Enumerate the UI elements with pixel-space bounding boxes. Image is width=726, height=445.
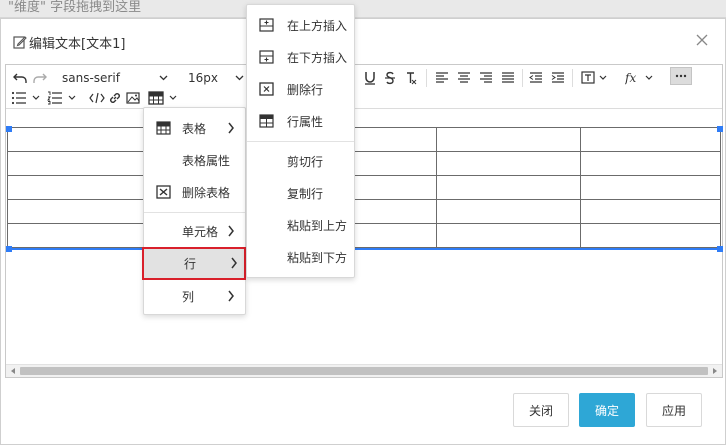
bullet-list-icon[interactable] <box>10 88 44 108</box>
formula-icon[interactable]: fx <box>624 68 656 88</box>
menu-item-label: 行属性 <box>287 114 324 129</box>
menu-item-label: 在下方插入 <box>287 50 348 65</box>
menu-divider <box>144 212 245 213</box>
toolbar-divider <box>572 69 573 87</box>
menu-item-label: 在上方插入 <box>287 18 348 33</box>
align-center-icon[interactable] <box>456 68 472 88</box>
resize-handle[interactable] <box>717 126 723 132</box>
strikethrough-icon[interactable] <box>383 68 397 88</box>
table-context-menu: 表格 表格属性 删除表格 单元格 行 列 <box>142 107 246 315</box>
chevron-right-icon <box>228 225 234 237</box>
menu-item-label: 表格 <box>182 121 207 136</box>
menu-item-label: 粘贴到下方 <box>287 250 348 265</box>
horizontal-scrollbar[interactable] <box>6 364 722 377</box>
menu-item-label: 删除行 <box>287 82 324 97</box>
menu-item-cut-row[interactable]: 剪切行 <box>247 145 354 177</box>
menu-item-delete-table[interactable]: 删除表格 <box>144 176 245 208</box>
menu-item-table-properties[interactable]: 表格属性 <box>144 144 245 176</box>
menu-item-table[interactable]: 表格 <box>144 112 245 144</box>
font-family-select[interactable]: sans-serif <box>62 68 170 88</box>
table-row[interactable] <box>7 151 721 176</box>
outdent-icon[interactable] <box>528 68 544 88</box>
menu-item-label: 列 <box>182 289 195 304</box>
editor-toolbar: sans-serif 16px fx <box>6 65 722 109</box>
underline-icon[interactable] <box>363 68 377 88</box>
delete-row-icon <box>259 82 274 96</box>
table-row[interactable] <box>7 199 721 224</box>
menu-item-insert-row-above[interactable]: 在上方插入 <box>247 9 354 41</box>
toolbar-divider <box>426 69 427 87</box>
redo-icon[interactable] <box>30 68 50 88</box>
selection-outline <box>9 248 720 250</box>
menu-item-paste-below[interactable]: 粘贴到下方 <box>247 241 354 273</box>
menu-item-label: 表格属性 <box>182 153 231 168</box>
edit-text-dialog: 编辑文本[文本1] sans-serif 16px fx 关闭 确定 应用 <box>0 18 726 445</box>
menu-item-label: 剪切行 <box>287 154 324 169</box>
scroll-right-icon[interactable] <box>711 367 719 375</box>
delete-table-icon <box>156 185 171 199</box>
clear-format-icon[interactable] <box>404 68 418 88</box>
chevron-down-icon <box>159 75 168 81</box>
insert-box-icon[interactable] <box>580 68 610 88</box>
close-button[interactable]: 关闭 <box>513 393 569 427</box>
row-properties-icon <box>259 114 274 128</box>
resize-handle[interactable] <box>6 126 12 132</box>
table-icon[interactable] <box>147 88 181 108</box>
editor-content[interactable] <box>6 109 723 364</box>
scroll-left-icon[interactable] <box>9 367 17 375</box>
indent-icon[interactable] <box>550 68 566 88</box>
menu-item-row[interactable]: 行 <box>142 247 246 280</box>
row-submenu: 在上方插入 在下方插入 删除行 行属性 剪切行 复制行 粘贴到上方 粘贴到下方 <box>246 4 355 278</box>
menu-item-label: 单元格 <box>182 224 219 239</box>
toolbar-divider <box>522 69 523 87</box>
edit-icon <box>13 36 27 49</box>
menu-item-column[interactable]: 列 <box>144 280 245 312</box>
image-icon[interactable] <box>125 88 141 108</box>
apply-button[interactable]: 应用 <box>646 393 702 427</box>
table-row[interactable] <box>7 175 721 200</box>
more-icon[interactable] <box>670 67 692 85</box>
menu-item-row-properties[interactable]: 行属性 <box>247 105 354 137</box>
chevron-right-icon <box>228 122 234 134</box>
menu-item-paste-above[interactable]: 粘贴到上方 <box>247 209 354 241</box>
menu-item-delete-row[interactable]: 删除行 <box>247 73 354 105</box>
font-family-value: sans-serif <box>62 71 120 85</box>
drop-hint-text: "维度" 字段拖拽到这里 <box>8 0 142 15</box>
dialog-title: 编辑文本[文本1] <box>29 37 126 52</box>
menu-item-insert-row-below[interactable]: 在下方插入 <box>247 41 354 73</box>
menu-item-label: 删除表格 <box>182 185 231 200</box>
menu-item-cell[interactable]: 单元格 <box>144 215 245 247</box>
menu-item-label: 粘贴到上方 <box>287 218 348 233</box>
align-right-icon[interactable] <box>478 68 494 88</box>
table-row[interactable] <box>7 223 721 248</box>
source-code-icon[interactable] <box>89 88 105 108</box>
chevron-down-icon <box>235 75 244 81</box>
menu-item-label: 行 <box>184 257 197 271</box>
svg-text:fx: fx <box>625 71 636 85</box>
scrollbar-thumb[interactable] <box>20 367 708 375</box>
background-drop-area: "维度" 字段拖拽到这里 <box>0 0 726 18</box>
chevron-right-icon <box>228 290 234 302</box>
insert-row-above-icon <box>259 18 274 32</box>
numbered-list-icon[interactable] <box>46 88 80 108</box>
menu-item-label: 复制行 <box>287 186 324 201</box>
dialog-title-bar: 编辑文本[文本1] <box>1 19 725 63</box>
confirm-button[interactable]: 确定 <box>579 393 635 427</box>
menu-item-copy-row[interactable]: 复制行 <box>247 177 354 209</box>
undo-icon[interactable] <box>10 68 30 88</box>
align-left-icon[interactable] <box>434 68 450 88</box>
justify-icon[interactable] <box>500 68 516 88</box>
font-size-select[interactable]: 16px <box>188 68 244 88</box>
insert-row-below-icon <box>259 50 274 64</box>
rich-text-editor: sans-serif 16px fx <box>5 64 723 378</box>
font-size-value: 16px <box>188 71 218 85</box>
chevron-right-icon <box>231 257 237 269</box>
close-icon[interactable] <box>695 33 709 47</box>
table-icon <box>156 121 171 135</box>
editor-table[interactable] <box>7 127 721 248</box>
link-icon[interactable] <box>107 88 123 108</box>
menu-divider <box>247 141 354 142</box>
table-row[interactable] <box>7 127 721 152</box>
